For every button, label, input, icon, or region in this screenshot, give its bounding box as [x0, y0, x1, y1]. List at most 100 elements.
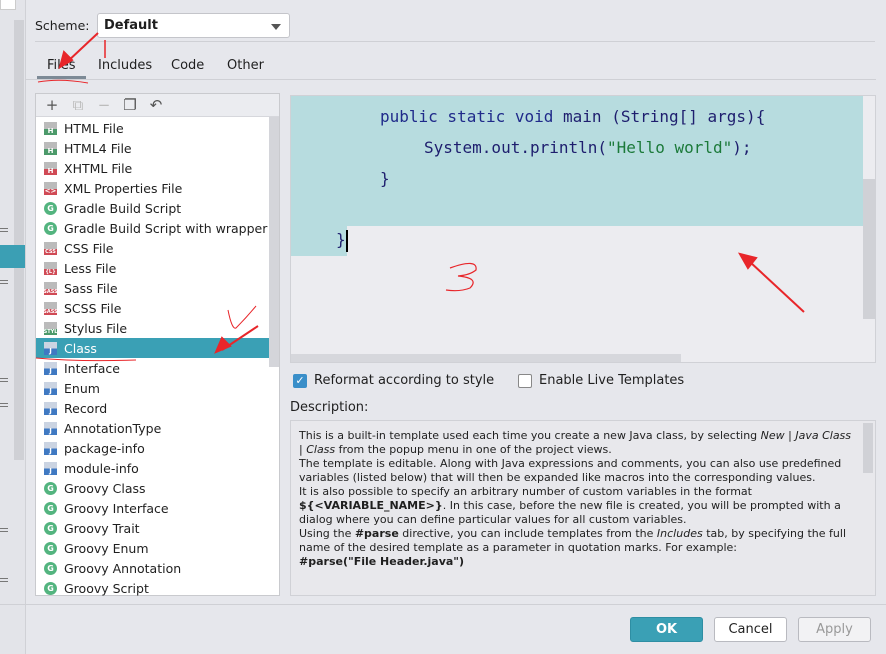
editor-vertical-scrollbar[interactable]	[863, 179, 875, 319]
apply-button[interactable]: Apply	[798, 617, 871, 642]
template-item[interactable]: G Groovy Script	[36, 578, 269, 598]
groovy-icon: G	[44, 541, 57, 555]
template-item[interactable]: G Groovy Trait	[36, 518, 269, 538]
template-item-label: XML Properties File	[64, 180, 183, 196]
sidebar-selected-item[interactable]	[0, 245, 25, 268]
reformat-checkbox[interactable]: ✓ Reformat according to style	[293, 373, 494, 388]
tab-files[interactable]: Files	[47, 58, 76, 73]
stylus-file-icon: STYL	[44, 321, 57, 335]
template-item[interactable]: J Class	[36, 338, 269, 358]
template-item-label: CSS File	[64, 240, 114, 256]
sidebar-item-icon	[0, 528, 8, 532]
list-toolbar: + ⧉ − ❐ ↶	[36, 94, 279, 117]
tab-includes[interactable]: Includes	[98, 58, 152, 73]
template-item[interactable]: J Record	[36, 398, 269, 418]
sidebar-item-icon	[0, 280, 8, 284]
ok-button[interactable]: OK	[630, 617, 703, 642]
java-class-icon: J	[44, 381, 57, 395]
description-scrollbar[interactable]	[863, 423, 873, 473]
html-file-icon: H	[44, 121, 57, 135]
template-item-label: XHTML File	[64, 160, 133, 176]
xhtml-file-icon: H	[44, 161, 57, 175]
template-item-label: HTML4 File	[64, 140, 132, 156]
sidebar-scrollbar[interactable]	[14, 20, 24, 460]
template-item[interactable]: G Groovy Interface	[36, 498, 269, 518]
template-item[interactable]: G Gradle Build Script	[36, 198, 269, 218]
template-item[interactable]: Jpackage-info	[36, 438, 269, 458]
template-item[interactable]: SASS SCSS File	[36, 298, 269, 318]
template-item-label: Stylus File	[64, 320, 128, 336]
duplicate-icon[interactable]: ❐	[122, 96, 138, 114]
template-item[interactable]: Jmodule-info	[36, 458, 269, 478]
description-label: Description:	[290, 400, 369, 415]
live-templates-checkbox[interactable]: Enable Live Templates	[518, 373, 684, 388]
template-item-label: Gradle Build Script with wrapper	[64, 220, 268, 236]
less-file-icon: {L}	[44, 261, 57, 275]
template-item[interactable]: G Groovy Class	[36, 478, 269, 498]
scheme-dropdown[interactable]: Default	[97, 13, 290, 38]
gradle-icon: G	[44, 201, 57, 215]
window-corner	[0, 0, 16, 10]
groovy-icon: G	[44, 521, 57, 535]
tab-code[interactable]: Code	[171, 58, 204, 73]
sass-file-icon: SASS	[43, 281, 58, 295]
template-item[interactable]: {L} Less File	[36, 258, 269, 278]
checkbox-unchecked-icon	[518, 373, 532, 388]
template-editor[interactable]: public static void main (String[] args){…	[290, 95, 876, 363]
sidebar-item-icon	[0, 403, 8, 407]
template-item[interactable]: G Gradle Build Script with wrapper	[36, 218, 269, 238]
annotation-underline	[37, 79, 89, 84]
template-item-label: Groovy Trait	[64, 520, 140, 536]
template-item[interactable]: STYL Stylus File	[36, 318, 269, 338]
text-caret	[346, 230, 348, 252]
template-item-label: Interface	[64, 360, 120, 376]
reset-icon[interactable]: ↶	[148, 96, 164, 114]
cancel-button[interactable]: Cancel	[714, 617, 787, 642]
template-item-label: module-info	[64, 460, 139, 476]
template-item[interactable]: SASS Sass File	[36, 278, 269, 298]
template-item[interactable]: G Groovy Enum	[36, 538, 269, 558]
scheme-value: Default	[104, 18, 158, 33]
template-item-label: Groovy Interface	[64, 500, 169, 516]
scss-file-icon: SASS	[43, 301, 58, 315]
template-item[interactable]: H HTML File	[36, 118, 269, 138]
description-text: This is a built-in template used each ti…	[299, 429, 852, 568]
code-line: }	[336, 230, 346, 249]
add-icon[interactable]: +	[44, 96, 60, 114]
sidebar-item-icon	[0, 578, 8, 582]
code-line: }	[380, 169, 390, 188]
template-item[interactable]: G Groovy Annotation	[36, 558, 269, 578]
java-class-icon: J	[44, 421, 57, 435]
remove-icon[interactable]: −	[96, 96, 112, 114]
tab-other[interactable]: Other	[227, 58, 264, 73]
template-item-label: Less File	[64, 260, 117, 276]
template-item[interactable]: J Enum	[36, 378, 269, 398]
groovy-icon: G	[44, 581, 57, 595]
groovy-icon: G	[44, 561, 57, 575]
java-class-icon: J	[44, 461, 57, 475]
java-class-icon: J	[44, 361, 57, 375]
html-file-icon: H	[44, 141, 57, 155]
editor-horizontal-scrollbar[interactable]	[291, 354, 681, 362]
copy-template-icon[interactable]: ⧉	[70, 96, 86, 114]
code-line: System.out.println("Hello world");	[424, 138, 752, 157]
template-item[interactable]: CSS CSS File	[36, 238, 269, 258]
template-item[interactable]: J Interface	[36, 358, 269, 378]
template-item[interactable]: H HTML4 File	[36, 138, 269, 158]
template-list-panel: + ⧉ − ❐ ↶ H HTML File H HTML4 File H XHTML Fi…	[35, 93, 280, 596]
template-item-label: Gradle Build Script	[64, 200, 182, 216]
groovy-icon: G	[44, 481, 57, 495]
gradle-icon: G	[44, 221, 57, 235]
template-item[interactable]: J AnnotationType	[36, 418, 269, 438]
template-item-label: Record	[64, 400, 108, 416]
template-item[interactable]: <> XML Properties File	[36, 178, 269, 198]
settings-sidebar	[0, 0, 26, 654]
scheme-label: Scheme:	[35, 18, 90, 33]
reformat-label: Reformat according to style	[314, 373, 495, 388]
list-scrollbar[interactable]	[269, 117, 279, 367]
template-item[interactable]: H XHTML File	[36, 158, 269, 178]
template-item-label: Groovy Enum	[64, 540, 149, 556]
checkbox-checked-icon: ✓	[293, 373, 307, 388]
template-item-label: Enum	[64, 380, 100, 396]
template-item-label: Class	[64, 340, 97, 356]
